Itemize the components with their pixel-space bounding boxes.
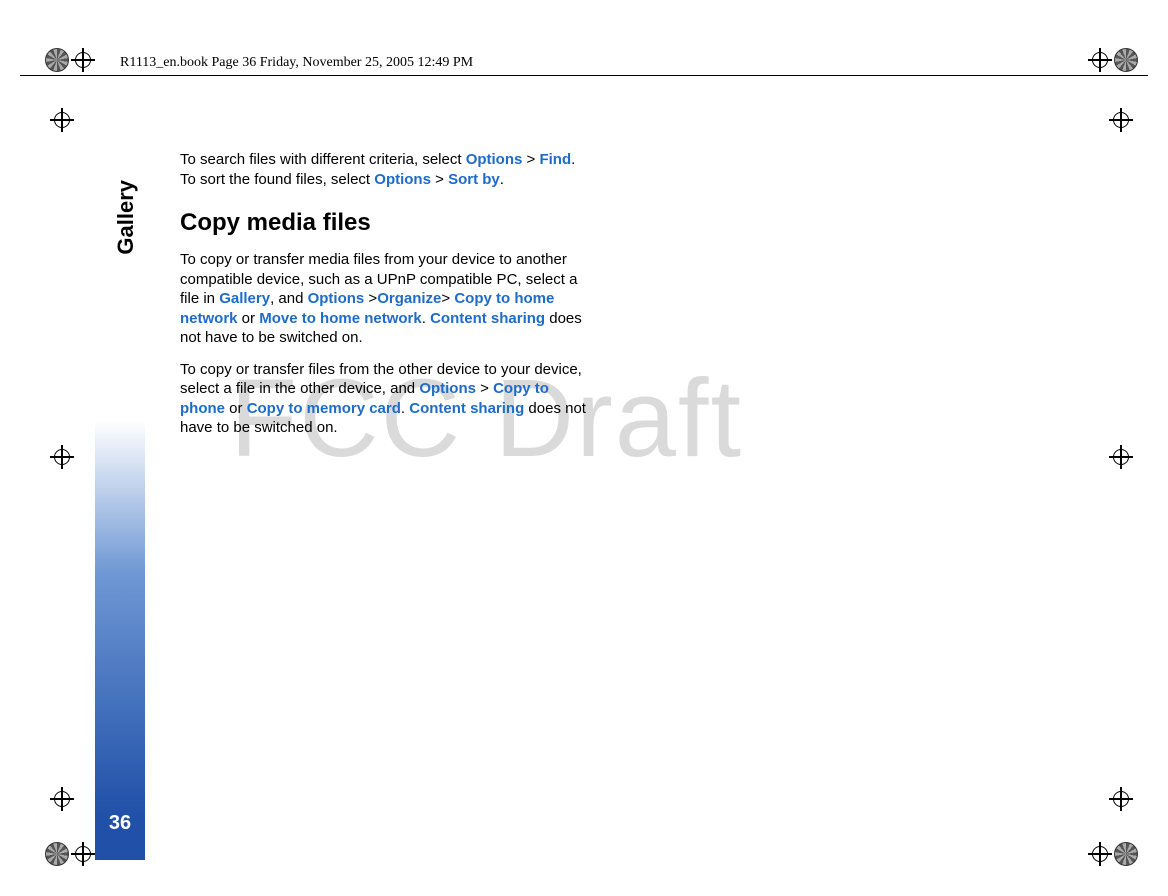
link-options: Options — [419, 380, 476, 397]
link-copy-to-memory-card: Copy to memory card — [247, 400, 401, 417]
link-options: Options — [308, 290, 365, 307]
crop-left-top — [50, 108, 74, 132]
link-sort-by: Sort by — [448, 171, 500, 188]
page-number-box: 36 — [95, 420, 145, 860]
reg-mark-tr — [1088, 48, 1138, 72]
page-header-text: R1113_en.book Page 36 Friday, November 2… — [120, 55, 473, 71]
sidebar-section-label: Gallery — [113, 180, 139, 255]
header-divider — [20, 75, 1148, 76]
crop-left-bot — [50, 787, 74, 811]
crop-right-mid — [1109, 445, 1133, 469]
link-options: Options — [466, 151, 523, 168]
link-move-home-network: Move to home network — [259, 310, 422, 327]
link-gallery: Gallery — [219, 290, 270, 307]
link-organize: Organize — [377, 290, 441, 307]
main-content: To search files with different criteria,… — [180, 150, 590, 450]
link-content-sharing: Content sharing — [409, 400, 524, 417]
heading-copy-media: Copy media files — [180, 207, 590, 238]
reg-mark-bl — [45, 842, 95, 866]
paragraph-search: To search files with different criteria,… — [180, 150, 590, 189]
link-content-sharing: Content sharing — [430, 310, 545, 327]
reg-mark-br — [1088, 842, 1138, 866]
link-options: Options — [374, 171, 431, 188]
crop-left-mid — [50, 445, 74, 469]
page-number: 36 — [95, 812, 145, 835]
paragraph-copy-to-device: To copy or transfer files from the other… — [180, 360, 590, 438]
reg-mark-tl — [45, 48, 95, 72]
paragraph-copy-from-device: To copy or transfer media files from you… — [180, 250, 590, 348]
crop-right-top — [1109, 108, 1133, 132]
crop-right-bot — [1109, 787, 1133, 811]
link-find: Find — [539, 151, 571, 168]
